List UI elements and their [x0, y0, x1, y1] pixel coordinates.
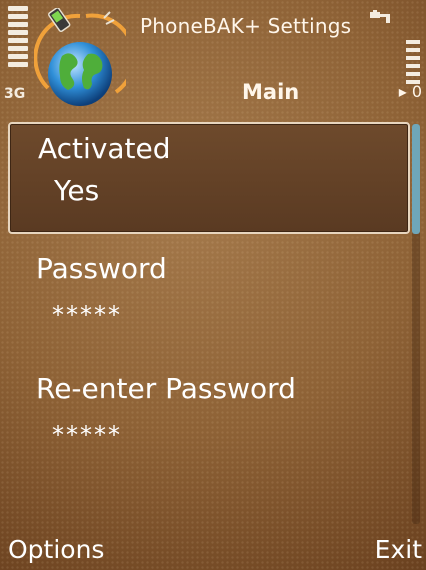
setting-value-masked: *****	[52, 421, 122, 449]
scrollbar-thumb[interactable]	[412, 124, 420, 234]
setting-item-activated[interactable]: Activated Yes	[8, 122, 410, 234]
app-globe-icon	[34, 8, 126, 106]
setting-label: Password	[36, 252, 167, 285]
exit-softkey[interactable]: Exit	[375, 534, 422, 566]
setting-value-masked: *****	[52, 301, 122, 329]
setting-item-reenter-password[interactable]: Re-enter Password *****	[8, 364, 410, 484]
setting-label: Activated	[38, 132, 171, 165]
charging-icon	[370, 10, 390, 23]
phone-screen: 3G PhoneBAK+ Settings Main ▸ 0 Activated…	[0, 0, 426, 570]
scrollbar[interactable]	[412, 124, 420, 524]
signal-strength-icon	[8, 6, 28, 70]
tab-next-arrow[interactable]: ▸ 0	[399, 82, 422, 101]
options-softkey[interactable]: Options	[8, 534, 104, 566]
tab-title: Main	[242, 80, 300, 104]
battery-level-icon	[406, 40, 420, 88]
app-title: PhoneBAK+ Settings	[140, 14, 352, 38]
settings-list: Activated Yes Password ***** Re-enter Pa…	[8, 122, 410, 484]
setting-value: Yes	[54, 174, 100, 207]
network-type-label: 3G	[4, 86, 26, 102]
setting-label: Re-enter Password	[36, 372, 296, 405]
setting-item-password[interactable]: Password *****	[8, 244, 410, 364]
